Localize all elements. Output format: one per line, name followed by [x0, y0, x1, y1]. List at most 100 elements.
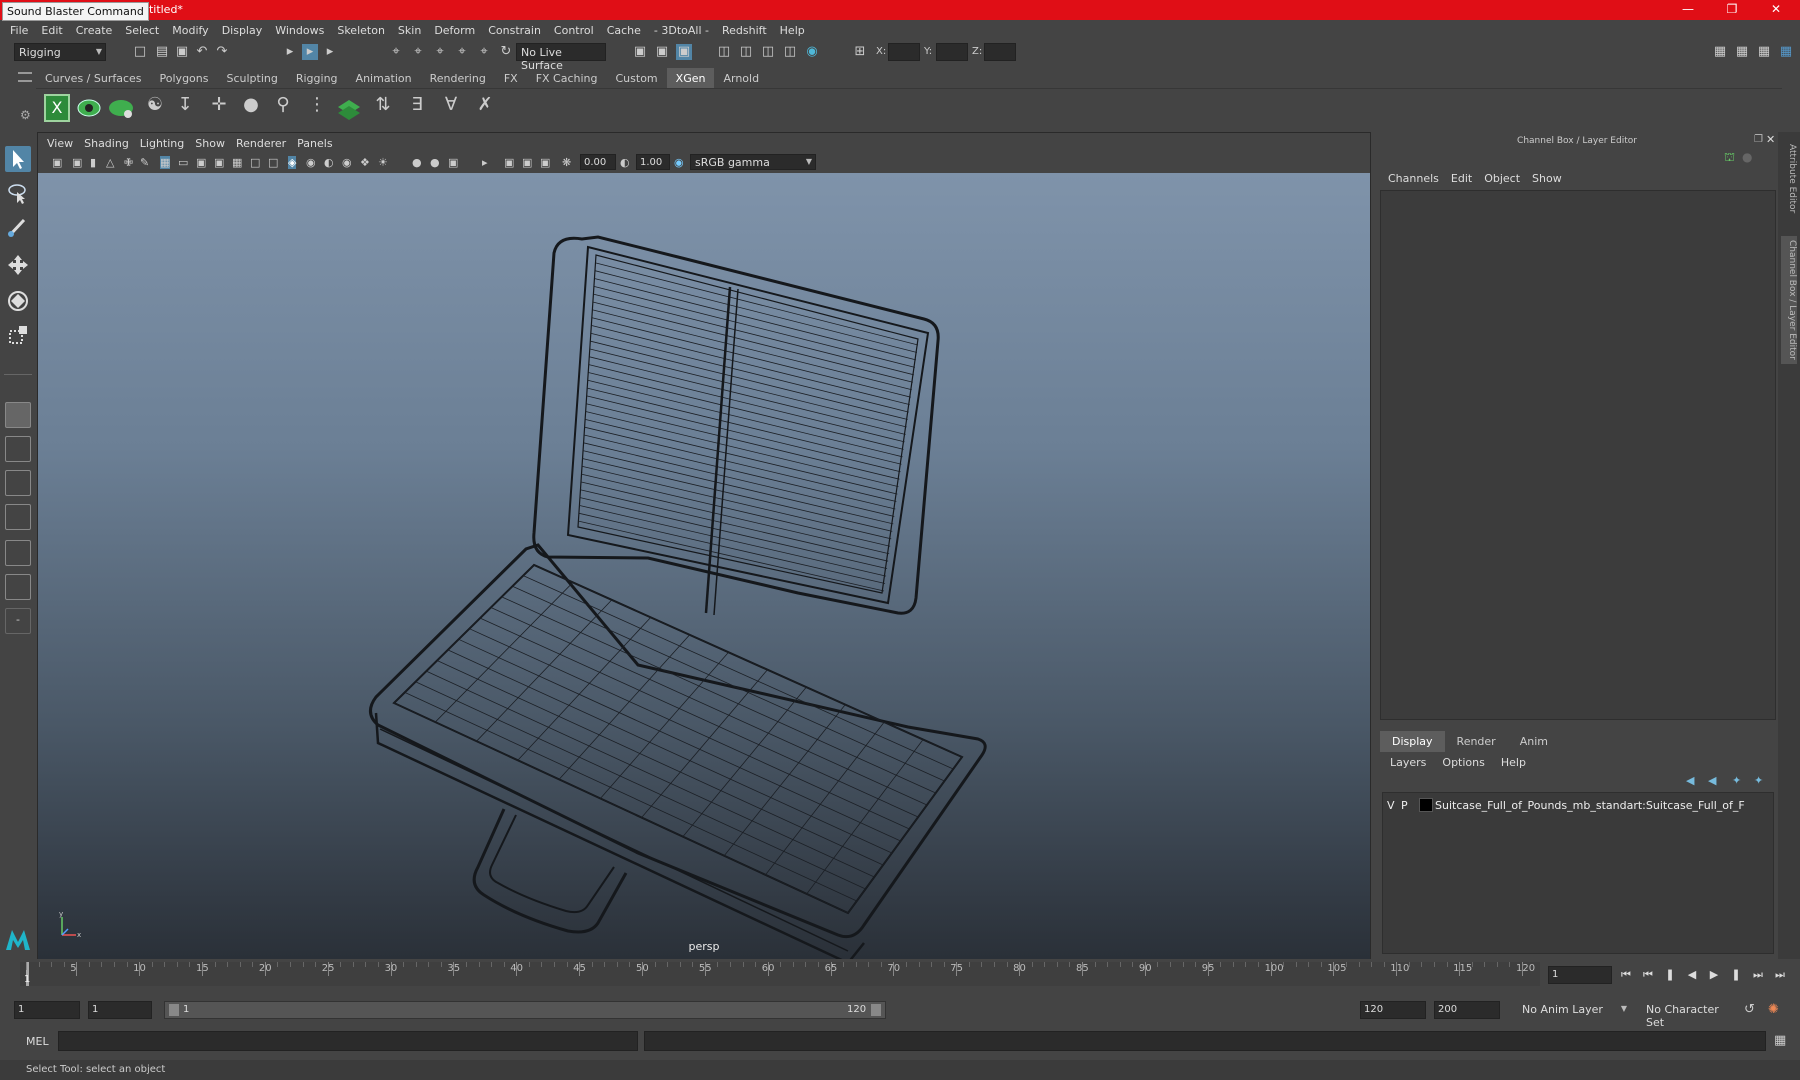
viewport-menu-renderer[interactable]: Renderer	[233, 133, 294, 153]
viewport-menu-view[interactable]: View	[44, 133, 81, 153]
channel-box-content[interactable]	[1380, 190, 1776, 720]
shelf-menu-icon[interactable]	[18, 72, 32, 82]
grease-pencil-icon[interactable]: ✎	[140, 156, 149, 169]
go-to-end-icon[interactable]: ⏭	[1772, 968, 1788, 982]
snap-grid-icon[interactable]: ⌖	[388, 44, 404, 60]
step-forward-key-icon[interactable]: ⏭	[1750, 968, 1766, 982]
wireframe-on-shaded-icon[interactable]: ❖	[360, 156, 370, 169]
layout-icon[interactable]: ▦	[1734, 44, 1750, 60]
channel-box-tab[interactable]: Channel Box / Layer Editor	[1781, 236, 1797, 364]
render-view-icon[interactable]: ◫	[716, 44, 732, 60]
menu-item-3dtoall[interactable]: - 3DtoAll -	[648, 20, 716, 40]
restore-icon[interactable]: ❐	[1712, 0, 1752, 20]
color-space-dropdown[interactable]: sRGB gamma ▼	[690, 154, 816, 170]
hypershade-icon[interactable]: ◉	[804, 44, 820, 60]
antialiasing-icon[interactable]: ▣	[448, 156, 458, 169]
live-surface-field[interactable]: No Live Surface	[516, 43, 606, 72]
range-start-handle[interactable]	[169, 1004, 179, 1016]
isolate-select-icon[interactable]: ▸	[482, 156, 488, 169]
step-back-key-icon[interactable]: ⏮	[1640, 968, 1656, 982]
shelf-tab-sculpting[interactable]: Sculpting	[217, 68, 286, 88]
viewport-menu-lighting[interactable]: Lighting	[137, 133, 192, 153]
shelf-tab-rendering[interactable]: Rendering	[421, 68, 495, 88]
undo-icon[interactable]: ↶	[194, 44, 210, 60]
textured-icon[interactable]: ◉	[342, 156, 352, 169]
shelf-tab-curves-surfaces[interactable]: Curves / Surfaces	[36, 68, 151, 88]
menuset-dropdown[interactable]: Rigging ▼	[14, 43, 106, 61]
shelf-tab-rigging[interactable]: Rigging	[287, 68, 347, 88]
auto-key-icon[interactable]: ↺	[1744, 1002, 1755, 1017]
xgen-delete-icon[interactable]: ✗	[472, 94, 498, 122]
menu-item-redshift[interactable]: Redshift	[716, 20, 774, 40]
shelf-tab-arnold[interactable]: Arnold	[714, 68, 768, 88]
xray-icon[interactable]: ▣	[504, 156, 514, 169]
redo-icon[interactable]: ↷	[214, 44, 230, 60]
menu-item-file[interactable]: File	[4, 20, 35, 40]
channel-box-menu-channels[interactable]: Channels	[1382, 168, 1445, 185]
default-material-icon[interactable]: ◐	[324, 156, 334, 169]
xgen-add-guide-icon[interactable]: ↧	[172, 94, 198, 122]
toolbox-more-icon[interactable]: -	[5, 608, 31, 634]
bookmark-icon[interactable]: ▮	[90, 156, 96, 169]
select-object-icon[interactable]: ▸	[302, 44, 318, 60]
close-panel-icon[interactable]: ✕	[1766, 133, 1775, 146]
end-time-field[interactable]: 200	[1434, 1001, 1500, 1019]
gamma-icon[interactable]: ◐	[620, 156, 630, 169]
step-back-frame-icon[interactable]: ❚	[1662, 968, 1678, 982]
xgen-preview-icon[interactable]	[76, 94, 102, 122]
xgen-groom-icon[interactable]: ∃	[404, 94, 430, 122]
shelf-tab-polygons[interactable]: Polygons	[151, 68, 218, 88]
shelf-tab-fx[interactable]: FX	[495, 68, 527, 88]
character-set-dropdown[interactable]: No Character Set	[1642, 1001, 1742, 1029]
field-chart-icon[interactable]: ▦	[232, 156, 242, 169]
snap-pivot-icon[interactable]: ↻	[498, 44, 514, 60]
range-end-handle[interactable]	[871, 1004, 881, 1016]
exposure-field[interactable]: 0.00	[580, 154, 616, 170]
xgen-sculpt-icon[interactable]: ✛	[206, 94, 232, 122]
menu-item-edit[interactable]: Edit	[35, 20, 69, 40]
snap-point-icon[interactable]: ⌖	[432, 44, 448, 60]
input-ops-icon[interactable]: ▣	[632, 44, 648, 60]
anim-layer-dropdown[interactable]: No Anim Layer ▼	[1518, 1001, 1630, 1019]
layer-tab-render[interactable]: Render	[1445, 731, 1508, 752]
menu-item-display[interactable]: Display	[216, 20, 270, 40]
exposure-icon[interactable]: ❋	[562, 156, 571, 169]
ambient-occlusion-icon[interactable]: ●	[430, 156, 440, 169]
select-tool-icon[interactable]	[5, 146, 31, 172]
layer-name[interactable]: Suitcase_Full_of_Pounds_mb_standart:Suit…	[1435, 799, 1745, 812]
move-tool-icon[interactable]	[5, 252, 31, 278]
2d-pan-icon[interactable]: ✙	[124, 156, 133, 169]
gamma-field[interactable]: 1.00	[636, 154, 670, 170]
script-editor-icon[interactable]: ▦	[1774, 1033, 1786, 1048]
render-settings-icon[interactable]: ◫	[782, 44, 798, 60]
image-plane-icon[interactable]: △	[106, 156, 114, 169]
menu-item-create[interactable]: Create	[70, 20, 120, 40]
open-scene-icon[interactable]: ▤	[154, 44, 170, 60]
layer-tab-anim[interactable]: Anim	[1508, 731, 1560, 752]
speed-icon[interactable]: ●	[1742, 150, 1752, 164]
shelf-tab-xgen[interactable]: XGen	[666, 68, 715, 88]
snap-view-plane-icon[interactable]: ⌖	[454, 44, 470, 60]
layer-menu-layers[interactable]: Layers	[1382, 752, 1434, 769]
layer-playback-toggle[interactable]: P	[1401, 799, 1408, 812]
xgen-density-icon[interactable]: ⋮	[304, 94, 330, 122]
menu-item-control[interactable]: Control	[548, 20, 601, 40]
xyz-mode-icon[interactable]: ⊞	[852, 44, 868, 60]
rotate-tool-icon[interactable]	[5, 288, 31, 314]
menu-item-skin[interactable]: Skin	[392, 20, 428, 40]
go-to-start-icon[interactable]: ⏮	[1618, 968, 1634, 982]
paint-select-icon[interactable]	[5, 214, 31, 240]
menu-item-modify[interactable]: Modify	[166, 20, 215, 40]
play-backward-icon[interactable]: ◀	[1684, 968, 1700, 982]
xray-joints-icon[interactable]: ▣	[522, 156, 532, 169]
menu-item-help[interactable]: Help	[774, 20, 812, 40]
xgen-layers-icon[interactable]	[336, 94, 362, 122]
layout-alt-icon[interactable]: ▦	[1756, 44, 1772, 60]
channel-box-menu-edit[interactable]: Edit	[1445, 168, 1478, 185]
time-slider[interactable]: 1 5 10 15 20 25 30 35 40 45 50 55 60 65 70 75 80 85 90 95 1…	[20, 962, 1540, 986]
menu-item-deform[interactable]: Deform	[428, 20, 482, 40]
wireframe-icon[interactable]: ◈	[288, 156, 297, 169]
menu-item-select[interactable]: Select	[119, 20, 166, 40]
x-field[interactable]	[888, 43, 920, 61]
xgen-editor-icon[interactable]: X	[44, 94, 70, 122]
